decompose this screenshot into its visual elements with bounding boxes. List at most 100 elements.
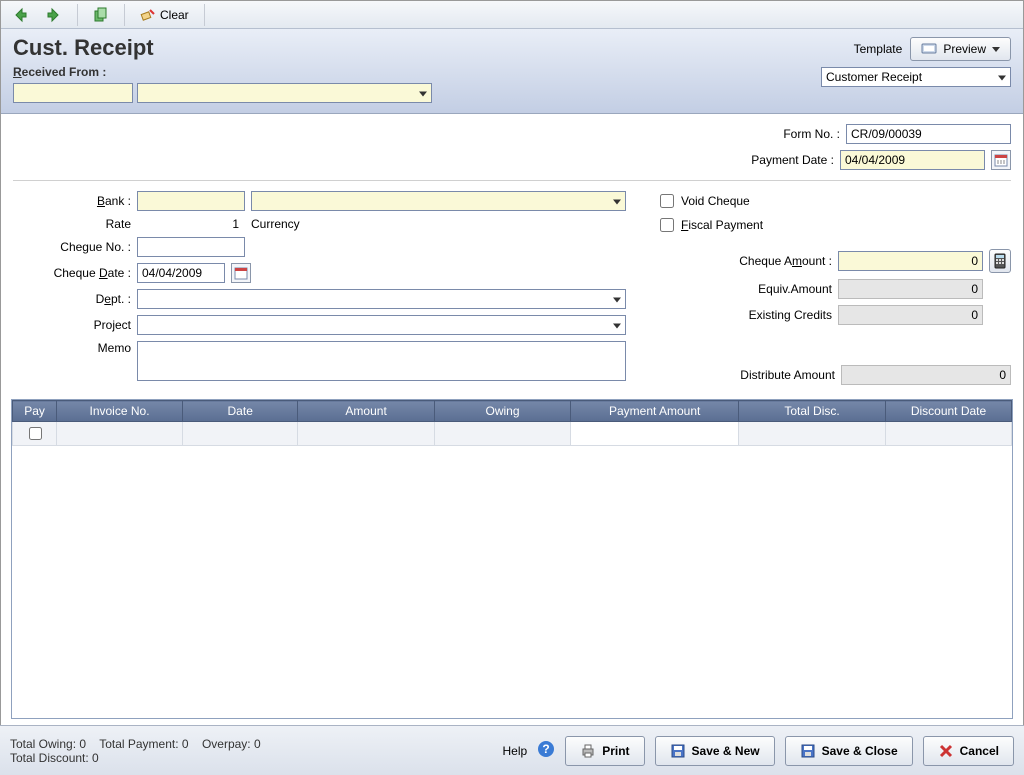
chevron-down-icon [992, 45, 1000, 53]
template-label: Template [854, 42, 903, 56]
preview-icon [921, 41, 937, 57]
eraser-icon [140, 7, 156, 23]
save-new-label: Save & New [692, 744, 760, 758]
payment-date-input[interactable] [840, 150, 985, 170]
void-cheque-label: Void Cheque [681, 194, 750, 208]
cancel-button[interactable]: Cancel [923, 736, 1014, 766]
col-total-disc[interactable]: Total Disc. [739, 401, 886, 422]
equiv-amount-field [838, 279, 983, 299]
calendar-icon [993, 152, 1009, 168]
rate-value: 1 [137, 217, 245, 231]
right-column: Void Cheque Fiscal Payment Cheque Amount… [656, 191, 1011, 391]
bank-name-combo[interactable] [251, 191, 626, 211]
calendar-icon [233, 265, 249, 281]
col-pay[interactable]: Pay [13, 401, 57, 422]
total-payment-label: Total Payment: [99, 737, 178, 751]
table-row[interactable] [13, 422, 1012, 446]
main: Form No. : Payment Date : Bank : Rate 1 … [1, 114, 1023, 391]
col-invoice-no[interactable]: Invoice No. [57, 401, 183, 422]
total-owing-value: 0 [79, 737, 86, 751]
cheque-no-label: Chegue No. : [13, 240, 131, 254]
project-label: Project [13, 318, 131, 332]
form-no-label: Form No. : [783, 127, 840, 141]
bank-label: Bank : [13, 194, 131, 208]
void-cheque-checkbox[interactable] [660, 194, 674, 208]
preview-label: Preview [943, 42, 986, 56]
print-button[interactable]: Print [565, 736, 644, 766]
save-close-label: Save & Close [822, 744, 898, 758]
overpay-label: Overpay: [202, 737, 251, 751]
currency-label: Currency [251, 217, 300, 231]
memo-textarea[interactable] [137, 341, 626, 381]
calculator-icon [992, 253, 1008, 269]
equiv-amount-label: Equiv.Amount [656, 282, 832, 296]
save-icon [800, 743, 816, 759]
footer: Total Owing: 0 Total Payment: 0 Overpay:… [0, 725, 1024, 775]
cheque-amount-label: Cheque Amount : [656, 254, 832, 268]
payment-date-calendar-button[interactable] [991, 150, 1011, 170]
distribute-amount-field [841, 365, 1011, 385]
total-owing-label: Total Owing: [10, 737, 76, 751]
toolbar: Clear [1, 1, 1023, 29]
copy-button[interactable] [86, 4, 116, 26]
fiscal-payment-label: Fiscal Payment [681, 218, 763, 232]
total-discount-value: 0 [92, 751, 99, 765]
save-new-button[interactable]: Save & New [655, 736, 775, 766]
col-date[interactable]: Date [182, 401, 297, 422]
save-close-button[interactable]: Save & Close [785, 736, 913, 766]
row-pay-checkbox[interactable] [29, 427, 42, 440]
separator [13, 180, 1011, 181]
cheque-date-label: Cheque Date : [13, 266, 131, 280]
total-discount-label: Total Discount: [10, 751, 89, 765]
dept-combo[interactable] [137, 289, 626, 309]
toolbar-divider [124, 4, 125, 26]
bank-code-input[interactable] [137, 191, 245, 211]
clear-button[interactable]: Clear [133, 4, 196, 26]
project-combo[interactable] [137, 315, 626, 335]
template-select[interactable] [821, 67, 1011, 87]
col-owing[interactable]: Owing [434, 401, 570, 422]
svg-text:?: ? [543, 742, 550, 756]
col-discount-date[interactable]: Discount Date [886, 401, 1012, 422]
cancel-icon [938, 743, 954, 759]
help-button[interactable]: ? [537, 740, 555, 761]
received-from-name-combo[interactable] [137, 83, 432, 103]
nav-back-button[interactable] [5, 4, 35, 26]
help-icon: ? [537, 740, 555, 758]
arrow-left-icon [12, 7, 28, 23]
print-label: Print [602, 744, 629, 758]
existing-credits-field [838, 305, 983, 325]
cheque-no-input[interactable] [137, 237, 245, 257]
help-label: Help [503, 744, 528, 758]
payment-date-label: Payment Date : [751, 153, 834, 167]
cheque-date-calendar-button[interactable] [231, 263, 251, 283]
col-amount[interactable]: Amount [298, 401, 434, 422]
overpay-value: 0 [254, 737, 261, 751]
distribute-amount-label: Distribute Amount [656, 368, 835, 382]
memo-label: Memo [13, 341, 131, 355]
cheque-date-input[interactable] [137, 263, 225, 283]
save-icon [670, 743, 686, 759]
cheque-amount-input[interactable] [838, 251, 983, 271]
totals: Total Owing: 0 Total Payment: 0 Overpay:… [10, 737, 261, 765]
received-from-code-input[interactable] [13, 83, 133, 103]
clear-label: Clear [160, 8, 189, 22]
invoice-table: Pay Invoice No. Date Amount Owing Paymen… [12, 400, 1012, 446]
fiscal-payment-checkbox[interactable] [660, 218, 674, 232]
left-column: Bank : Rate 1 Currency Chegue No. : Cheq… [13, 191, 626, 391]
rate-label: Rate [13, 217, 131, 231]
preview-button[interactable]: Preview [910, 37, 1011, 61]
existing-credits-label: Existing Credits [656, 308, 832, 322]
dept-label: Dept. : [13, 292, 131, 306]
printer-icon [580, 743, 596, 759]
toolbar-divider [204, 4, 205, 26]
col-payment-amount[interactable]: Payment Amount [571, 401, 739, 422]
form-no-input[interactable] [846, 124, 1011, 144]
calculator-button[interactable] [989, 249, 1011, 273]
nav-forward-button[interactable] [39, 4, 69, 26]
total-payment-value: 0 [182, 737, 189, 751]
header: Cust. Receipt Received From : Template P… [1, 29, 1023, 114]
arrow-right-icon [46, 7, 62, 23]
toolbar-divider [77, 4, 78, 26]
invoice-table-wrapper: Pay Invoice No. Date Amount Owing Paymen… [11, 399, 1013, 719]
